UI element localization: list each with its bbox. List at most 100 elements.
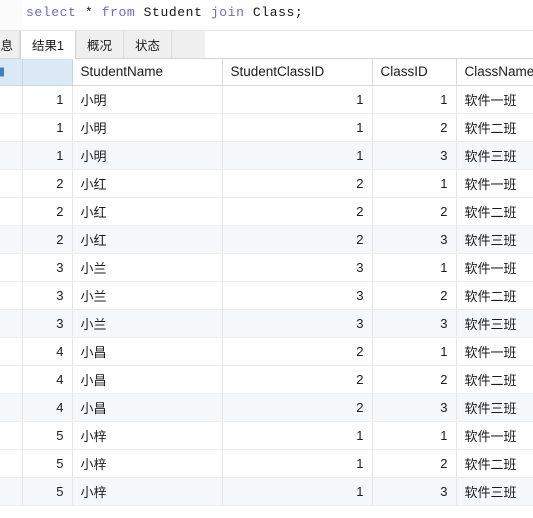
cell-id[interactable]: 4	[22, 337, 73, 366]
cell-studentname[interactable]: 小兰	[72, 253, 223, 282]
table-row[interactable]: 1 小明 1 3 软件三班	[0, 141, 533, 170]
table-row[interactable]: 1 小明 1 1 软件一班	[0, 85, 533, 114]
cell-classid[interactable]: 2	[372, 365, 457, 394]
cell-id[interactable]: 1	[22, 113, 73, 142]
sql-editor[interactable]: select * from Student join Class;	[0, 0, 533, 31]
cell-classname[interactable]: 软件三班	[456, 309, 533, 338]
table-row[interactable]: 3 小兰 3 3 软件三班	[0, 309, 533, 338]
cell-id[interactable]: 4	[22, 365, 73, 394]
cell-classname[interactable]: 软件一班	[456, 337, 533, 366]
cell-classname[interactable]: 软件一班	[456, 421, 533, 450]
cell-classid[interactable]: 2	[372, 281, 457, 310]
cell-classid[interactable]: 3	[372, 393, 457, 422]
cell-studentname[interactable]: 小梓	[72, 449, 223, 478]
cell-studentname[interactable]: 小红	[72, 169, 223, 198]
table-row[interactable]: 4 小昌 2 2 软件二班	[0, 365, 533, 394]
cell-classid[interactable]: 3	[372, 225, 457, 254]
cell-classname[interactable]: 软件一班	[456, 169, 533, 198]
row-selector-cell[interactable]	[0, 281, 23, 310]
row-selector-cell[interactable]	[0, 169, 23, 198]
row-selector-cell[interactable]	[0, 393, 23, 422]
table-row[interactable]: 4 小昌 2 3 软件三班	[0, 393, 533, 422]
cell-classid[interactable]: 1	[372, 169, 457, 198]
row-selector-cell[interactable]	[0, 477, 23, 506]
cell-classname[interactable]: 软件三班	[456, 477, 533, 506]
table-row[interactable]: 5 小梓 1 3 软件三班	[0, 477, 533, 506]
cell-studentname[interactable]: 小昌	[72, 365, 223, 394]
cell-studentname[interactable]: 小兰	[72, 309, 223, 338]
cell-classid[interactable]: 2	[372, 449, 457, 478]
cell-classid[interactable]: 1	[372, 337, 457, 366]
cell-id[interactable]: 4	[22, 393, 73, 422]
cell-classid[interactable]: 3	[372, 309, 457, 338]
tab-info-clipped[interactable]: 息	[0, 31, 20, 58]
cell-studentname[interactable]: 小昌	[72, 393, 223, 422]
cell-classid[interactable]: 3	[372, 141, 457, 170]
cell-studentclassid[interactable]: 1	[222, 421, 373, 450]
cell-studentclassid[interactable]: 1	[222, 449, 373, 478]
cell-studentclassid[interactable]: 1	[222, 141, 373, 170]
cell-studentname[interactable]: 小红	[72, 225, 223, 254]
table-row[interactable]: 2 小红 2 2 软件二班	[0, 197, 533, 226]
cell-id[interactable]: 3	[22, 281, 73, 310]
select-all-corner[interactable]	[0, 59, 23, 86]
cell-studentclassid[interactable]: 2	[222, 225, 373, 254]
cell-studentclassid[interactable]: 2	[222, 169, 373, 198]
cell-studentclassid[interactable]: 2	[222, 337, 373, 366]
column-header-classname[interactable]: ClassName	[456, 59, 533, 86]
cell-id[interactable]: 1	[22, 141, 73, 170]
cell-classname[interactable]: 软件一班	[456, 85, 533, 114]
row-selector-cell[interactable]	[0, 253, 23, 282]
cell-id[interactable]: 3	[22, 309, 73, 338]
cell-classid[interactable]: 2	[372, 197, 457, 226]
row-selector-cell[interactable]	[0, 113, 23, 142]
cell-classid[interactable]: 1	[372, 85, 457, 114]
cell-id[interactable]: 2	[22, 169, 73, 198]
cell-id[interactable]: 5	[22, 421, 73, 450]
table-row[interactable]: 4 小昌 2 1 软件一班	[0, 337, 533, 366]
cell-id[interactable]: 3	[22, 253, 73, 282]
row-selector-cell[interactable]	[0, 337, 23, 366]
row-selector-cell[interactable]	[0, 225, 23, 254]
row-selector-cell[interactable]	[0, 85, 23, 114]
cell-classname[interactable]: 软件三班	[456, 393, 533, 422]
cell-classname[interactable]: 软件一班	[456, 253, 533, 282]
cell-id[interactable]: 1	[22, 85, 73, 114]
cell-studentname[interactable]: 小梓	[72, 477, 223, 506]
cell-studentclassid[interactable]: 1	[222, 477, 373, 506]
cell-studentclassid[interactable]: 2	[222, 365, 373, 394]
cell-id[interactable]: 2	[22, 197, 73, 226]
row-selector-cell[interactable]	[0, 309, 23, 338]
cell-studentclassid[interactable]: 3	[222, 281, 373, 310]
tab-result[interactable]: 结果1	[20, 31, 76, 59]
cell-studentclassid[interactable]: 3	[222, 309, 373, 338]
row-selector-cell[interactable]	[0, 449, 23, 478]
cell-classid[interactable]: 3	[372, 477, 457, 506]
cell-classid[interactable]: 1	[372, 421, 457, 450]
cell-studentname[interactable]: 小兰	[72, 281, 223, 310]
cell-studentname[interactable]: 小红	[72, 197, 223, 226]
sql-query-text[interactable]: select * from Student join Class;	[26, 4, 303, 22]
column-header-classid[interactable]: ClassID	[372, 59, 457, 86]
tab-item-3[interactable]: 状态	[124, 31, 172, 58]
cell-classname[interactable]: 软件二班	[456, 281, 533, 310]
cell-classname[interactable]: 软件二班	[456, 365, 533, 394]
cell-id[interactable]: 5	[22, 477, 73, 506]
cell-studentclassid[interactable]: 1	[222, 113, 373, 142]
table-row[interactable]: 5 小梓 1 1 软件一班	[0, 421, 533, 450]
column-header-id[interactable]	[22, 59, 73, 86]
cell-studentclassid[interactable]: 3	[222, 253, 373, 282]
cell-studentname[interactable]: 小明	[72, 113, 223, 142]
cell-classname[interactable]: 软件二班	[456, 113, 533, 142]
table-row[interactable]: 1 小明 1 2 软件二班	[0, 113, 533, 142]
column-header-studentname[interactable]: StudentName	[72, 59, 223, 86]
cell-classid[interactable]: 1	[372, 253, 457, 282]
column-header-studentclassid[interactable]: StudentClassID	[222, 59, 373, 86]
cell-studentclassid[interactable]: 2	[222, 393, 373, 422]
row-selector-cell[interactable]	[0, 197, 23, 226]
cell-id[interactable]: 2	[22, 225, 73, 254]
cell-classname[interactable]: 软件二班	[456, 449, 533, 478]
table-row[interactable]: 5 小梓 1 2 软件二班	[0, 449, 533, 478]
cell-studentname[interactable]: 小明	[72, 141, 223, 170]
cell-id[interactable]: 5	[22, 449, 73, 478]
